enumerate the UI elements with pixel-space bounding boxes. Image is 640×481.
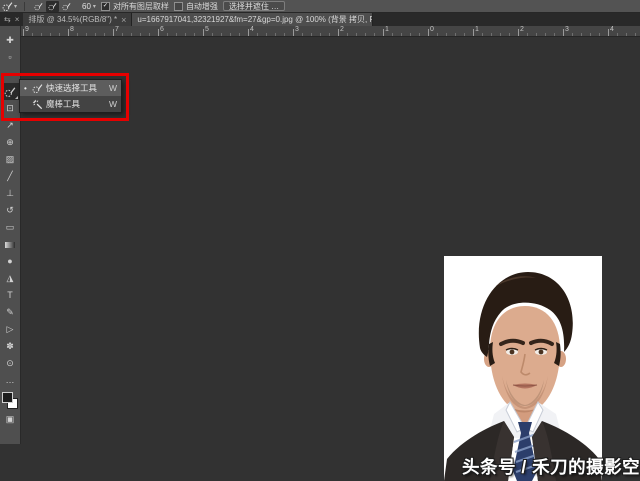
add-to-selection-brush-button[interactable]: [46, 1, 59, 12]
subtract-from-selection-brush-button[interactable]: [60, 1, 73, 12]
horizontal-ruler[interactable]: 9 8 7 6 5 4 3 2 1 0 1 2 3 4: [20, 26, 640, 37]
zoom-tool[interactable]: ⊙: [1, 355, 19, 372]
rectangular-marquee-tool[interactable]: ▫: [1, 49, 19, 66]
sample-all-layers-label: 对所有图层取样: [113, 1, 169, 12]
brush-size-picker[interactable]: 60 ▾: [82, 2, 96, 11]
quick-selection-tool[interactable]: [1, 83, 19, 100]
tab-bar: ⇆ × 排版 @ 34.5%(RGB/8") * × u=1667917041,32…: [0, 13, 640, 26]
flyout-item-快速选择工具[interactable]: • 快速选择工具 W: [20, 80, 121, 96]
ruler-number: 8: [70, 26, 74, 33]
tool-preset-picker[interactable]: ▾: [2, 1, 17, 12]
ruler-number: 3: [295, 26, 299, 33]
toolbar: ✚▫∽ ⊡↗⊕▨╱⊥↺▭ ●◮T✎▷✽⊙… ▣: [0, 26, 21, 444]
pen-tool[interactable]: ✎: [1, 304, 19, 321]
spot-healing-brush-tool[interactable]: ⊕: [1, 134, 19, 151]
lasso-tool[interactable]: ∽: [1, 66, 19, 83]
new-selection-brush-button[interactable]: [32, 1, 45, 12]
ruler-number: 0: [430, 26, 434, 33]
ruler-number: 9: [25, 26, 29, 33]
quick-mask-button[interactable]: ▣: [1, 411, 19, 428]
portrait-image: [444, 256, 602, 481]
document-tabs: 排版 @ 34.5%(RGB/8") * × u=1667917041,323219…: [23, 13, 373, 26]
ruler-number: 4: [610, 26, 614, 33]
brush-tool[interactable]: ╱: [1, 168, 19, 185]
ruler-number: 6: [160, 26, 164, 33]
document-tab[interactable]: u=1667917041,32321927&fm=27&gp=0.jpg @ 1…: [132, 13, 373, 26]
brush-size-value: 60: [82, 2, 91, 11]
move-tool[interactable]: ✚: [1, 32, 19, 49]
document-tab[interactable]: 排版 @ 34.5%(RGB/8") * ×: [23, 13, 132, 26]
sample-all-layers-checkbox[interactable]: ✓ 对所有图层取样: [101, 1, 169, 12]
options-bar: ▾ 60 ▾ ✓ 对所有图层取样 自动增强 选择并遮住 …: [0, 0, 640, 13]
chevron-down-icon: ▾: [93, 3, 96, 10]
blur-tool[interactable]: ●: [1, 253, 19, 270]
document-photo[interactable]: [444, 256, 602, 481]
ruler-number: 5: [205, 26, 209, 33]
active-tool-bullet: •: [24, 84, 29, 93]
eraser-tool[interactable]: ▭: [1, 219, 19, 236]
tab-close-icon[interactable]: ×: [121, 15, 126, 25]
foreground-color-swatch[interactable]: [2, 392, 13, 403]
type-tool[interactable]: T: [1, 287, 19, 304]
dock-icon[interactable]: ⇆: [4, 15, 11, 24]
quick-selection-icon: [32, 83, 43, 94]
tab-dock-controls: ⇆ ×: [0, 13, 23, 26]
shortcut-key: W: [109, 83, 117, 93]
auto-enhance-checkbox[interactable]: 自动增强: [174, 1, 218, 12]
ruler-number: 1: [385, 26, 389, 33]
checkbox-unchecked-icon: [174, 2, 183, 11]
auto-enhance-label: 自动增强: [186, 1, 218, 12]
shortcut-key: W: [109, 99, 117, 109]
flyout-item-label: 快速选择工具: [46, 82, 97, 94]
chevron-down-icon: ▾: [14, 3, 17, 10]
tab-label: 排版 @ 34.5%(RGB/8") *: [28, 14, 117, 25]
ruler-number: 4: [250, 26, 254, 33]
clone-stamp-tool[interactable]: ⊥: [1, 185, 19, 202]
tab-label: u=1667917041,32321927&fm=27&gp=0.jpg @ 1…: [137, 14, 373, 25]
eyedropper-tool[interactable]: ↗: [1, 117, 19, 134]
selection-mode-group: [32, 1, 73, 12]
ruler-number: 3: [565, 26, 569, 33]
flyout-item-label: 魔棒工具: [46, 98, 80, 110]
dodge-tool[interactable]: ◮: [1, 270, 19, 287]
ruler-number: 1: [475, 26, 479, 33]
divider: [24, 2, 25, 11]
color-swatches[interactable]: [1, 391, 19, 411]
checkbox-checked-icon: ✓: [101, 2, 110, 11]
edit-toolbar-button[interactable]: …: [1, 372, 19, 389]
flyout-item-魔棒工具[interactable]: 魔棒工具 W: [20, 96, 121, 112]
ruler-number: 2: [520, 26, 524, 33]
magic-wand-icon: [32, 99, 43, 110]
quick-selection-icon: [2, 1, 13, 12]
close-icon[interactable]: ×: [15, 15, 20, 24]
gradient-tool[interactable]: [1, 236, 19, 253]
select-and-mask-button[interactable]: 选择并遮住 …: [223, 1, 285, 11]
flyout-corner-icon: [15, 96, 18, 99]
history-brush-tool[interactable]: ↺: [1, 202, 19, 219]
ruler-number: 2: [340, 26, 344, 33]
watermark-text: 头条号 / 禾刀的摄影空间: [462, 454, 640, 479]
tool-flyout-menu: • 快速选择工具 W 魔棒工具 W: [19, 79, 122, 113]
crop-tool[interactable]: ⊡: [1, 100, 19, 117]
hand-tool[interactable]: ✽: [1, 338, 19, 355]
path-selection-tool[interactable]: ▷: [1, 321, 19, 338]
patch-tool[interactable]: ▨: [1, 151, 19, 168]
ruler-number: 7: [115, 26, 119, 33]
